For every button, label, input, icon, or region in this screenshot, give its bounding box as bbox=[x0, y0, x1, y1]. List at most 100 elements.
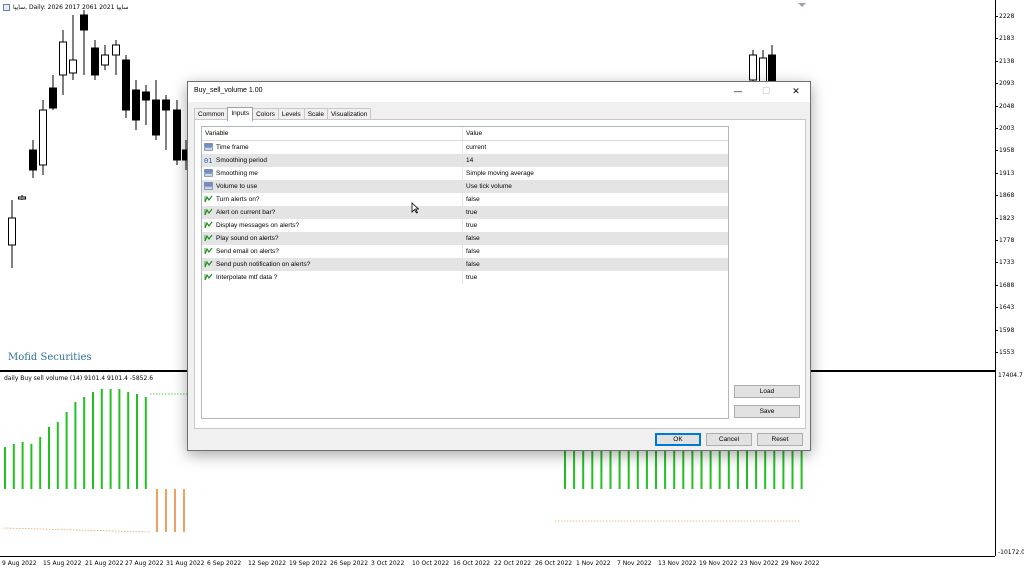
time-label: 31 Aug 2022 bbox=[166, 560, 205, 567]
chart-shift-arrow-icon[interactable] bbox=[798, 3, 806, 7]
broker-watermark: Mofid Securities bbox=[8, 352, 92, 363]
candle-body bbox=[18, 196, 26, 200]
candle-body bbox=[80, 14, 88, 31]
time-label: 12 Sep 2022 bbox=[248, 560, 287, 567]
indicator-header: daily Buy sell volume (14) 9101.4 9101.4… bbox=[4, 375, 154, 382]
input-value-cell[interactable]: current bbox=[463, 141, 728, 154]
time-label: 29 Nov 2022 bbox=[781, 560, 820, 567]
input-variable-name: Turn alerts on? bbox=[216, 196, 260, 203]
time-label: 23 Nov 2022 bbox=[740, 560, 779, 567]
candle-body bbox=[59, 41, 67, 76]
candle-body bbox=[142, 91, 150, 101]
maximize-button: ☐ bbox=[761, 87, 771, 97]
price-label: 1553 bbox=[999, 349, 1015, 356]
input-value-cell[interactable]: false bbox=[463, 258, 728, 271]
enum-icon bbox=[204, 181, 213, 192]
price-tick bbox=[995, 172, 998, 174]
price-label: 2183 bbox=[999, 35, 1015, 43]
input-variable-name: Smoothing period bbox=[216, 157, 267, 164]
time-label: 9 Aug 2022 bbox=[2, 560, 37, 567]
price-label: 1778 bbox=[999, 237, 1015, 244]
input-variable-name: Smoothing me bbox=[216, 170, 258, 177]
time-label: 19 Nov 2022 bbox=[699, 560, 738, 567]
price-label: 1643 bbox=[999, 304, 1015, 312]
price-tick bbox=[995, 352, 998, 353]
input-variable-cell: Alert on current bar? bbox=[202, 206, 463, 219]
input-variable-cell: Send email on alerts? bbox=[202, 245, 463, 258]
time-label: 27 Aug 2022 bbox=[125, 560, 164, 567]
price-label: 1958 bbox=[999, 147, 1015, 155]
input-variable-name: Time frame bbox=[216, 144, 249, 151]
input-variable-name: Volume to use bbox=[216, 183, 258, 190]
indicator-scale-label: -10172.0 bbox=[998, 549, 1024, 556]
price-tick bbox=[995, 195, 998, 197]
price-tick bbox=[995, 240, 998, 241]
price-label: 2093 bbox=[999, 80, 1015, 88]
candle-body bbox=[49, 87, 57, 109]
input-value-cell[interactable]: true bbox=[463, 206, 728, 219]
input-row[interactable]: Play sound on alerts? false bbox=[202, 232, 728, 245]
price-label: 2138 bbox=[999, 57, 1015, 65]
dialog-title: Buy_sell_volume 1.00 bbox=[194, 87, 263, 94]
bool-icon bbox=[204, 208, 213, 218]
price-scale[interactable]: 2228 2183 2138 2093 2048 2003 1958 1913 1868 1823… bbox=[995, 0, 1024, 556]
input-row[interactable]: 01 Smoothing period 14 bbox=[202, 154, 728, 167]
cancel-button[interactable]: Cancel bbox=[706, 433, 752, 446]
price-tick bbox=[995, 128, 998, 129]
candle-body bbox=[132, 89, 140, 121]
input-value-cell[interactable]: Simple moving average bbox=[463, 167, 728, 180]
time-label: 22 Oct 2022 bbox=[494, 560, 532, 567]
price-tick bbox=[995, 217, 998, 219]
input-variable-name: Send push notification on alerts? bbox=[216, 261, 311, 268]
input-value-cell[interactable]: false bbox=[463, 232, 728, 245]
minimize-button[interactable]: — bbox=[724, 82, 752, 102]
column-header-value[interactable]: Value bbox=[463, 127, 728, 140]
input-variable-cell: Time frame bbox=[202, 141, 463, 154]
input-row[interactable]: Turn alerts on? false bbox=[202, 193, 728, 206]
time-scale[interactable]: 9 Aug 2022 15 Aug 2022 21 Aug 2022 27 Aug 2… bbox=[0, 556, 995, 572]
input-value-cell[interactable]: true bbox=[463, 219, 728, 232]
bool-icon bbox=[204, 221, 213, 231]
input-variable-cell: Smoothing me bbox=[202, 167, 463, 180]
input-value-cell[interactable]: false bbox=[463, 193, 728, 206]
bool-icon bbox=[204, 234, 213, 244]
save-button[interactable]: Save bbox=[734, 405, 800, 418]
input-value-cell[interactable]: 14 bbox=[463, 154, 728, 167]
tab-inputs[interactable]: Inputs bbox=[227, 107, 254, 121]
input-row[interactable]: Smoothing me Simple moving average bbox=[202, 167, 728, 180]
input-value-cell[interactable]: false bbox=[463, 245, 728, 258]
input-value-cell[interactable]: true bbox=[463, 271, 728, 284]
input-variable-name: Display messages on alerts? bbox=[216, 222, 300, 229]
input-row[interactable]: Display messages on alerts? true bbox=[202, 219, 728, 232]
input-row[interactable]: Time frame current bbox=[202, 141, 728, 154]
time-label: 10 Oct 2022 bbox=[412, 560, 450, 567]
price-label: 1733 bbox=[999, 259, 1015, 267]
svg-text:01: 01 bbox=[204, 157, 212, 164]
candle-body bbox=[749, 54, 757, 81]
time-label: 15 Aug 2022 bbox=[43, 560, 82, 567]
load-button[interactable]: Load bbox=[734, 385, 800, 398]
price-label: 1823 bbox=[999, 214, 1015, 222]
grid-rows: Time frame current 01 Smoothing period 14 Smo… bbox=[202, 141, 728, 284]
enum-icon bbox=[204, 142, 213, 153]
dialog-titlebar[interactable]: Buy_sell_volume 1.00 — ☐ ✕ bbox=[188, 82, 810, 102]
price-tick bbox=[995, 262, 998, 264]
ok-button[interactable]: OK bbox=[655, 433, 701, 446]
input-row[interactable]: Interpolate mtf data ? true bbox=[202, 271, 728, 284]
input-variable-name: Interpolate mtf data ? bbox=[216, 274, 278, 281]
close-button[interactable]: ✕ bbox=[782, 82, 810, 102]
input-value-cell[interactable]: Use tick volume bbox=[463, 180, 728, 193]
column-header-variable[interactable]: Variable bbox=[202, 127, 463, 140]
chart-symbol-icon bbox=[3, 4, 10, 11]
input-variable-cell: Volume to use bbox=[202, 180, 463, 193]
input-row[interactable]: Send email on alerts? false bbox=[202, 245, 728, 258]
time-label: 19 Sep 2022 bbox=[289, 560, 328, 567]
time-label: 3 Oct 2022 bbox=[371, 560, 405, 567]
bool-icon bbox=[204, 273, 213, 283]
inputs-grid: Variable Value Time frame current 01 Smooth… bbox=[201, 126, 729, 419]
time-label: 7 Nov 2022 bbox=[617, 560, 652, 567]
reset-button[interactable]: Reset bbox=[757, 433, 803, 446]
input-row[interactable]: Volume to use Use tick volume bbox=[202, 180, 728, 193]
input-row[interactable]: Alert on current bar? true bbox=[202, 206, 728, 219]
input-row[interactable]: Send push notification on alerts? false bbox=[202, 258, 728, 271]
